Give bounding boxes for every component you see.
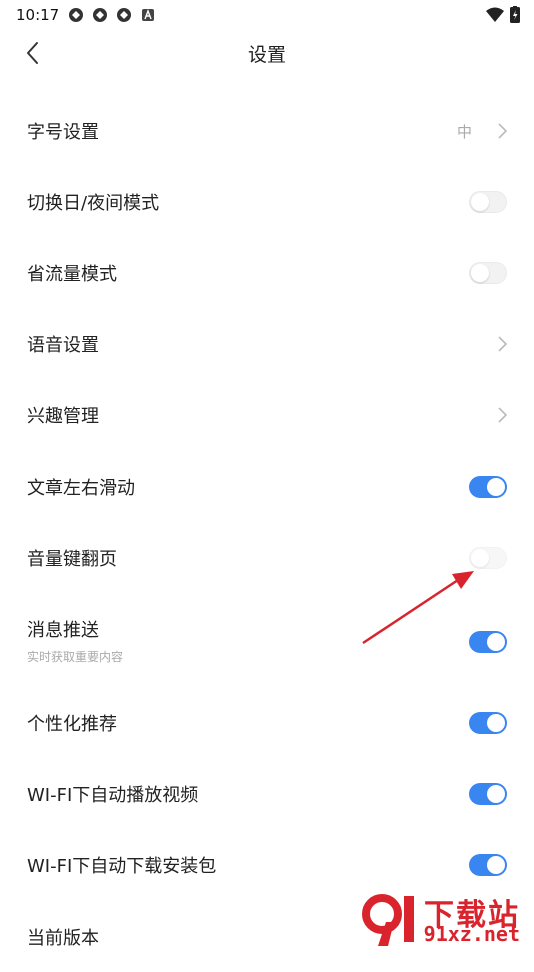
setting-swipe-articles: 文章左右滑动 (0, 452, 534, 522)
setting-label: 切换日/夜间模式 (27, 193, 160, 214)
toggle-knob (471, 549, 489, 567)
setting-label: WI-FI下自动播放视频 (27, 785, 199, 806)
toggle-knob (487, 714, 505, 732)
day-night-toggle[interactable] (469, 191, 507, 213)
setting-voice[interactable]: 语音设置 (0, 309, 534, 379)
toggle-knob (487, 478, 505, 496)
status-time: 10:17 (16, 6, 60, 24)
setting-interests[interactable]: 兴趣管理 (0, 380, 534, 450)
setting-data-saver: 省流量模式 (0, 238, 534, 308)
toggle-knob (471, 193, 489, 211)
setting-font-size[interactable]: 字号设置 中 (0, 96, 534, 166)
wifi-icon (486, 7, 504, 22)
status-right-icons (486, 6, 520, 23)
toggle-knob (487, 856, 505, 874)
setting-label: WI-FI下自动下载安装包 (27, 856, 217, 877)
volume-key-paging-toggle[interactable] (469, 547, 507, 569)
sync-icon (93, 8, 107, 22)
setting-label: 文章左右滑动 (27, 478, 135, 499)
setting-label: 消息推送 (27, 620, 99, 641)
setting-label: 当前版本 (27, 928, 99, 949)
battery-icon (510, 6, 520, 23)
setting-sublabel: 实时获取重要内容 (27, 650, 124, 664)
sync-icon (69, 8, 83, 22)
setting-volume-key-paging: 音量键翻页 (0, 523, 534, 593)
setting-label: 个性化推荐 (27, 714, 117, 735)
status-bar: 10:17 (0, 0, 534, 30)
watermark: 下载站 91xz.net (358, 890, 528, 946)
setting-label: 兴趣管理 (27, 406, 99, 427)
setting-value: 中 (456, 122, 472, 141)
setting-label: 省流量模式 (27, 264, 117, 285)
toggle-knob (471, 264, 489, 282)
setting-wifi-autoplay: WI-FI下自动播放视频 (0, 759, 534, 829)
wifi-autoplay-toggle[interactable] (469, 783, 507, 805)
top-bar: 设置 (0, 30, 534, 76)
status-notification-icons (68, 7, 156, 23)
wifi-autodownload-toggle[interactable] (469, 854, 507, 876)
a-badge-icon (142, 9, 154, 21)
chevron-right-icon (498, 123, 508, 139)
setting-push-notifications: 消息推送 实时获取重要内容 (0, 604, 534, 680)
setting-personalized: 个性化推荐 (0, 688, 534, 758)
setting-label: 字号设置 (27, 122, 99, 143)
setting-label: 音量键翻页 (27, 549, 117, 570)
push-notifications-toggle[interactable] (469, 631, 507, 653)
page-title: 设置 (247, 44, 286, 66)
watermark-url: 91xz.net (423, 922, 520, 946)
chevron-right-icon (498, 336, 508, 352)
setting-label: 语音设置 (27, 335, 99, 356)
data-saver-toggle[interactable] (469, 262, 507, 284)
sync-icon (117, 8, 131, 22)
setting-day-night-mode: 切换日/夜间模式 (0, 167, 534, 237)
watermark-logo (362, 894, 414, 946)
toggle-knob (487, 785, 505, 803)
swipe-articles-toggle[interactable] (469, 476, 507, 498)
chevron-right-icon (498, 407, 508, 423)
toggle-knob (487, 633, 505, 651)
personalized-toggle[interactable] (469, 712, 507, 734)
